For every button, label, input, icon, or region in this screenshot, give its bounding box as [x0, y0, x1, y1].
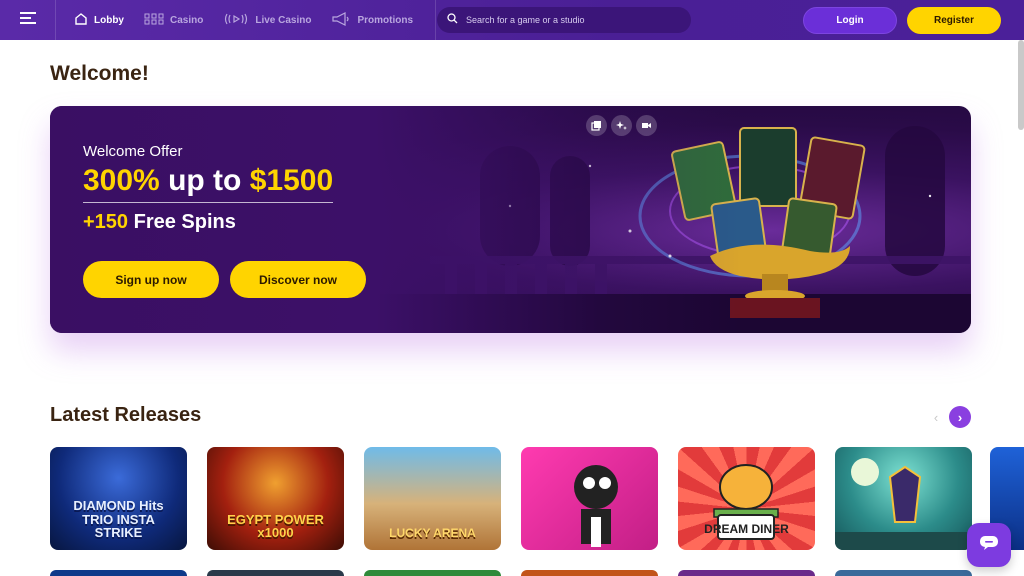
game-title: DREAM DINER [704, 522, 789, 537]
nav-item-live-casino[interactable]: Live Casino [223, 0, 311, 40]
banner-media-controls [586, 115, 657, 136]
spins-count: +150 [83, 211, 129, 233]
game-card[interactable] [521, 447, 658, 550]
main-nav: Lobby Casino Live Casino Promotions [74, 0, 437, 40]
video-icon[interactable] [636, 115, 657, 136]
section-title-latest: Latest Releases [50, 404, 202, 426]
nav-label-casino: Casino [170, 14, 204, 26]
signup-button[interactable]: Sign up now [83, 261, 219, 298]
offer-headline: 300% up to $1500 [83, 164, 334, 203]
next-row-games [50, 570, 972, 576]
scrollbar[interactable] [1018, 40, 1024, 130]
register-button[interactable]: Register [907, 7, 1001, 34]
gallery-icon[interactable] [586, 115, 607, 136]
nav-item-promotions[interactable]: Promotions [331, 0, 413, 40]
game-card-peek[interactable] [678, 570, 815, 576]
login-button[interactable]: Login [803, 7, 897, 34]
carousel-prev-button[interactable]: ‹ [928, 407, 944, 427]
banner-offer: Welcome Offer 300% up to $1500 +150 Free… [83, 143, 334, 234]
nav-item-casino[interactable]: Casino [144, 0, 203, 40]
sparkle-icon[interactable] [611, 115, 632, 136]
nav-label-live-casino: Live Casino [255, 14, 312, 26]
grid-icon [144, 13, 164, 28]
game-card-peek[interactable] [207, 570, 344, 576]
nav-divider [435, 0, 437, 40]
search-icon [447, 11, 458, 29]
nav-label-lobby: Lobby [94, 14, 124, 26]
game-card-peek[interactable] [521, 570, 658, 576]
game-artwork [574, 465, 618, 547]
banner-buttons: Sign up now Discover now [83, 261, 366, 298]
chat-icon [979, 535, 999, 556]
search-bar[interactable] [437, 7, 691, 33]
carousel-next-button[interactable]: › [949, 406, 971, 428]
hamburger-icon [19, 11, 36, 29]
offer-amount: $1500 [249, 164, 334, 197]
game-card[interactable]: EGYPT POWER x1000 [207, 447, 344, 550]
menu-button[interactable] [0, 0, 56, 40]
chat-button[interactable] [967, 523, 1011, 567]
game-title: EGYPT POWER x1000 [227, 511, 324, 541]
game-title: LUCKY ARENA [389, 526, 476, 541]
nav-item-lobby[interactable]: Lobby [74, 0, 124, 40]
discover-button[interactable]: Discover now [230, 261, 366, 298]
nav-label-promotions: Promotions [357, 14, 414, 26]
spins-label: Free Spins [128, 211, 236, 233]
game-card[interactable]: LUCKY ARENA [364, 447, 501, 550]
live-icon [223, 12, 249, 29]
offer-spins: +150 Free Spins [83, 211, 333, 234]
game-card[interactable] [835, 447, 972, 550]
offer-percent: 300% [83, 164, 160, 197]
megaphone-icon [331, 11, 351, 29]
latest-releases-carousel: DIAMOND Hits TRIO INSTA STRIKE EGYPT POW… [50, 447, 972, 550]
top-bar: Lobby Casino Live Casino Promotions Lo [0, 0, 1024, 40]
game-card[interactable]: DIAMOND Hits TRIO INSTA STRIKE [50, 447, 187, 550]
game-card-peek[interactable] [50, 570, 187, 576]
game-card[interactable]: DREAM DINER [678, 447, 815, 550]
game-title: DIAMOND Hits TRIO INSTA STRIKE [73, 498, 164, 541]
welcome-banner: Welcome Offer 300% up to $1500 +150 Free… [50, 106, 971, 333]
page-title: Welcome! [50, 62, 149, 85]
offer-label: Welcome Offer [83, 143, 183, 160]
offer-upto: up to [159, 164, 250, 197]
home-icon [74, 12, 88, 29]
game-card-peek[interactable] [835, 570, 972, 576]
game-artwork [835, 458, 972, 550]
game-card-peek[interactable] [364, 570, 501, 576]
search-input[interactable] [466, 15, 666, 25]
